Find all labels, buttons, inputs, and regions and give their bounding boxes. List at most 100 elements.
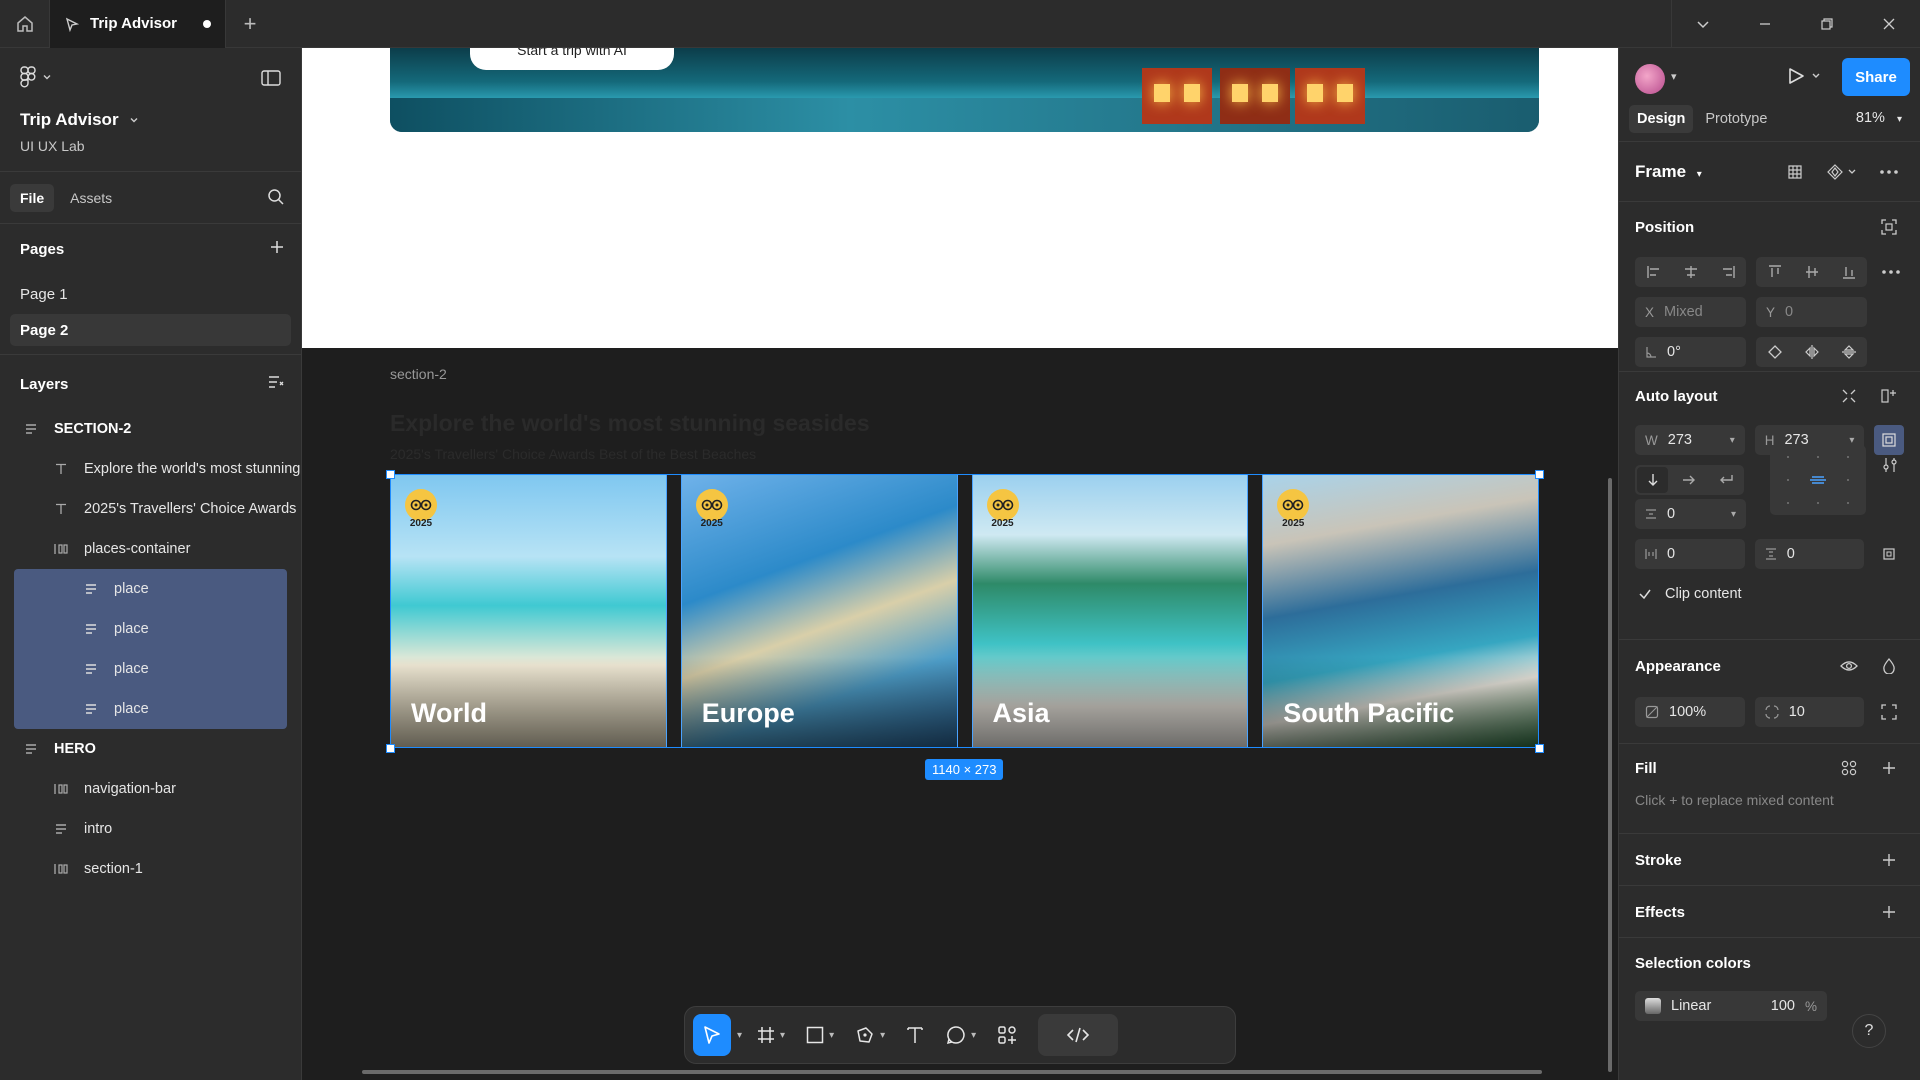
layer-place[interactable]: place <box>14 689 287 729</box>
selection-color-opacity[interactable]: 100 <box>1771 998 1795 1014</box>
corner-radius-field[interactable]: 10 <box>1754 697 1865 727</box>
section-title[interactable]: Explore the world's most stunning seasid… <box>390 410 870 437</box>
add-page-button[interactable] <box>269 238 285 258</box>
y-field[interactable]: Y0 <box>1756 297 1867 327</box>
add-effect-button[interactable] <box>1874 897 1904 927</box>
rotate-button[interactable] <box>1756 337 1793 367</box>
layer-place[interactable]: place <box>14 569 287 609</box>
pen-tool[interactable]: ▾ <box>846 1014 893 1056</box>
x-field[interactable]: X Mixed <box>1635 297 1746 327</box>
frame-label[interactable]: section-2 <box>390 366 447 382</box>
rotation-field[interactable]: 0° <box>1635 337 1746 367</box>
help-button[interactable]: ? <box>1852 1014 1886 1048</box>
hero-frame[interactable]: Start a trip with AI <box>302 48 1618 348</box>
close-button[interactable] <box>1858 0 1920 48</box>
chevron-down-icon[interactable]: ▾ <box>1731 509 1736 520</box>
direction-vertical-button[interactable] <box>1637 467 1668 493</box>
align-center-h-button[interactable] <box>1672 257 1709 287</box>
alignment-grid[interactable] <box>1770 445 1866 515</box>
align-left-button[interactable] <box>1635 257 1672 287</box>
toggle-visibility-button[interactable] <box>1834 651 1864 681</box>
canvas[interactable]: Start a trip with AI section-2 Explore t… <box>302 48 1618 1080</box>
layer-hero[interactable]: HERO <box>0 729 301 769</box>
place-card-south-pacific[interactable]: 2025 South Pacific <box>1262 474 1539 748</box>
padding-vertical-field[interactable]: 0 <box>1754 539 1865 569</box>
auto-layout-settings-button[interactable] <box>1874 381 1904 411</box>
clip-content-checkbox[interactable] <box>1635 579 1655 609</box>
flip-vertical-button[interactable] <box>1830 337 1867 367</box>
align-top-button[interactable] <box>1756 257 1793 287</box>
blend-mode-button[interactable] <box>1874 651 1904 681</box>
frame-tool[interactable]: ▾ <box>748 1014 793 1056</box>
resize-handle-top-left[interactable] <box>386 470 395 479</box>
page-item-2[interactable]: Page 2 <box>10 314 291 346</box>
toggle-sidebar-button[interactable] <box>261 70 281 90</box>
align-middle-button[interactable] <box>1793 257 1830 287</box>
grid-layout-button[interactable] <box>1780 157 1810 187</box>
new-tab-button[interactable]: + <box>226 0 274 48</box>
zoom-dropdown[interactable]: 81% ▾ <box>1856 110 1902 126</box>
layers-options-button[interactable] <box>267 373 285 393</box>
individual-corners-button[interactable] <box>1874 697 1904 727</box>
individual-padding-button[interactable] <box>1874 539 1904 569</box>
layer-place[interactable]: place <box>14 609 287 649</box>
alignment-settings-button[interactable] <box>1876 450 1904 480</box>
move-tool[interactable] <box>693 1014 731 1056</box>
shape-tool[interactable]: ▾ <box>797 1014 842 1056</box>
selection-color-row[interactable]: Linear 100 % <box>1635 991 1827 1021</box>
align-right-button[interactable] <box>1709 257 1746 287</box>
present-button[interactable] <box>1787 66 1823 90</box>
more-options-button[interactable] <box>1874 157 1904 187</box>
fill-styles-button[interactable] <box>1834 753 1864 783</box>
chevron-down-icon[interactable]: ▾ <box>1671 70 1677 83</box>
chevron-down-icon[interactable]: ▾ <box>1730 435 1735 446</box>
component-button[interactable] <box>1820 157 1864 187</box>
flip-horizontal-button[interactable] <box>1793 337 1830 367</box>
text-tool[interactable] <box>897 1014 933 1056</box>
page-item-1[interactable]: Page 1 <box>10 278 291 310</box>
layer-navigation-bar[interactable]: navigation-bar <box>0 769 301 809</box>
minimize-button[interactable] <box>1734 0 1796 48</box>
place-card-europe[interactable]: 2025 Europe <box>680 474 958 748</box>
direction-horizontal-button[interactable] <box>1670 465 1707 495</box>
resize-handle-bottom-left[interactable] <box>386 744 395 753</box>
gap-field[interactable]: 0 ▾ <box>1635 499 1746 529</box>
frame-type-dropdown[interactable]: Frame ▾ <box>1635 162 1702 182</box>
resize-handle-bottom-right[interactable] <box>1535 744 1544 753</box>
start-trip-button[interactable]: Start a trip with AI <box>470 48 674 70</box>
move-tool-menu[interactable]: ▾ <box>735 1014 744 1056</box>
file-tab[interactable]: Trip Advisor <box>50 0 226 48</box>
dev-mode-toggle[interactable] <box>1038 1014 1119 1056</box>
tabs-dropdown-button[interactable] <box>1672 0 1734 48</box>
width-field[interactable]: W 273 ▾ <box>1635 425 1745 455</box>
actions-tool[interactable] <box>988 1014 1026 1056</box>
layer-explore-text[interactable]: Explore the world's most stunning <box>0 449 301 489</box>
layer-section-2[interactable]: SECTION-2 <box>0 409 301 449</box>
layer-places-container[interactable]: places-container <box>0 529 301 569</box>
section-subtitle[interactable]: 2025's Travellers' Choice Awards Best of… <box>390 446 756 462</box>
tab-assets[interactable]: Assets <box>60 184 122 212</box>
tab-prototype[interactable]: Prototype <box>1697 105 1775 133</box>
places-container[interactable]: 2025 World 2025 Europe 2025 Asia 2025 So… <box>390 474 1539 748</box>
layer-place[interactable]: place <box>14 649 287 689</box>
resize-handle-top-right[interactable] <box>1535 470 1544 479</box>
project-name-button[interactable]: Trip Advisor <box>20 110 281 130</box>
layer-awards-text[interactable]: 2025's Travellers' Choice Awards <box>0 489 301 529</box>
restore-button[interactable] <box>1796 0 1858 48</box>
opacity-field[interactable]: 100% <box>1635 697 1745 727</box>
padding-horizontal-field[interactable]: 0 <box>1635 539 1745 569</box>
share-button[interactable]: Share <box>1842 58 1910 96</box>
layer-intro[interactable]: intro <box>0 809 301 849</box>
add-fill-button[interactable] <box>1874 753 1904 783</box>
main-menu-button[interactable] <box>20 66 281 88</box>
chevron-down-icon[interactable]: ▾ <box>1849 435 1854 446</box>
more-align-button[interactable] <box>1877 257 1904 287</box>
home-button[interactable] <box>0 0 50 48</box>
avatar[interactable] <box>1635 64 1665 94</box>
horizontal-scrollbar[interactable] <box>362 1070 1542 1074</box>
collapse-auto-layout-button[interactable] <box>1834 381 1864 411</box>
vertical-scrollbar[interactable] <box>1608 478 1612 1072</box>
team-name[interactable]: UI UX Lab <box>20 138 281 154</box>
add-stroke-button[interactable] <box>1874 845 1904 875</box>
direction-wrap-button[interactable] <box>1707 465 1744 495</box>
